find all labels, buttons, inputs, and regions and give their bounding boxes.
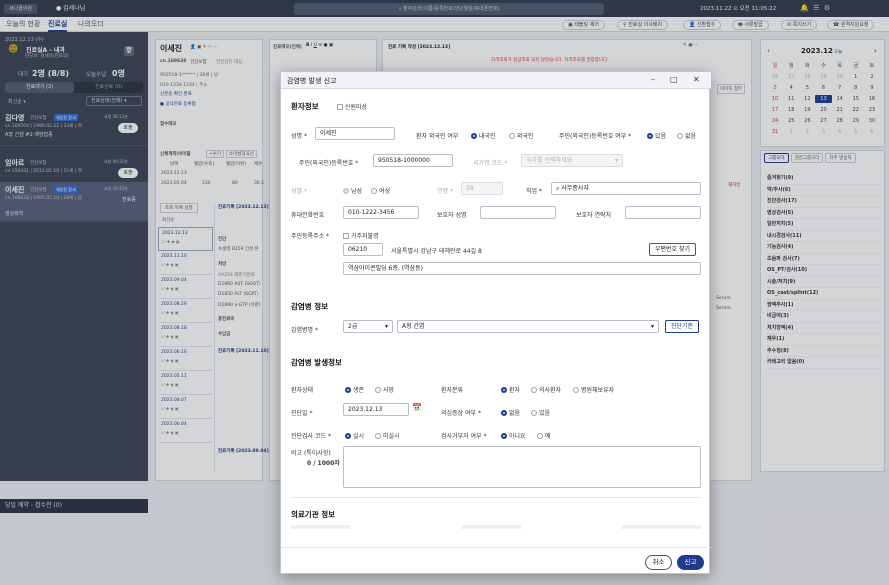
calendar-icon[interactable]: 📅 <box>412 403 422 412</box>
diagnostic-criteria-button[interactable]: 진단기준 <box>665 320 700 333</box>
radio-patient[interactable]: 환자 <box>501 385 520 394</box>
institution-info-heading: 의료기관 정보 <box>291 510 336 519</box>
divider <box>291 497 701 498</box>
disease-label: 감염병명 * <box>291 327 319 334</box>
radio-foreign[interactable]: 외국인 <box>509 131 534 140</box>
rrn-label: 주민(외국인)등록번호 * <box>299 160 359 167</box>
infection-report-dialog: 감염병 발생 신고 – □ ✕ 환자정보 신원미상 성명 * 이세진 환자 외국… <box>280 71 711 575</box>
close-icon[interactable]: ✕ <box>693 75 700 84</box>
disease-select[interactable]: A형 간염 ▾ <box>397 320 659 333</box>
nation-label: 국가명 코드 * <box>473 160 508 167</box>
placeholder-bar <box>461 525 521 529</box>
no-residence-checkbox[interactable]: 거주지불명 <box>343 231 379 240</box>
outbreak-info-heading: 감염병 발생정보 <box>291 358 342 367</box>
dialog-title: 감염병 발생 신고 <box>287 77 337 85</box>
radio-resreg-yes[interactable]: 있음 <box>647 131 666 140</box>
radio-test-done[interactable]: 실시 <box>345 431 364 440</box>
address-line2-field[interactable]: 역삼아이콘빌딩 6층, (역삼동) <box>343 262 701 275</box>
dialog-titlebar: 감염병 발생 신고 – □ ✕ <box>281 72 711 89</box>
dialog-footer: 취소 신고 <box>281 547 711 575</box>
radio-refuse-no[interactable]: 아니요 <box>501 431 526 440</box>
guardian-name-field[interactable] <box>480 206 556 219</box>
patient-class-label: 환자분류 <box>441 387 464 394</box>
test-code-label: 진단검사 코드 * <box>291 433 331 440</box>
checkbox-icon <box>343 233 349 239</box>
name-field[interactable]: 이세진 <box>315 127 395 140</box>
unidentified-checkbox[interactable]: 신원미상 <box>337 102 367 111</box>
guardian-phone-label: 보호자 연락처 <box>576 212 612 219</box>
report-button[interactable]: 신고 <box>677 555 704 570</box>
symptom-label: 의심증상 여부 * <box>441 410 481 417</box>
test-refuse-label: 검사거부자 여부 * <box>441 433 487 440</box>
mobile-label: 휴대전화번호 <box>291 212 325 219</box>
disease-info-heading: 감염병 정보 <box>291 302 329 311</box>
age-label: 연령 * <box>437 188 453 195</box>
radio-resreg-no[interactable]: 없음 <box>677 131 696 140</box>
diagnosis-date-label: 진단일 * <box>291 410 313 417</box>
zipcode-search-button[interactable]: 우편번호 찾기 <box>649 243 697 256</box>
radio-female[interactable]: 여성 <box>371 186 390 195</box>
zipcode-field[interactable]: 06210 <box>343 243 383 256</box>
gender-label: 성별 * <box>291 188 307 195</box>
radio-dead[interactable]: 사망 <box>375 385 394 394</box>
radio-alive[interactable]: 생존 <box>345 385 364 394</box>
dialog-body: 환자정보 신원미상 성명 * 이세진 환자 외국인 여부 내국인 외국인 주민(… <box>281 89 711 545</box>
guardian-phone-field[interactable] <box>625 206 701 219</box>
note-label: 비고 (특이사항) <box>291 450 331 457</box>
age-field[interactable]: 28 <box>461 182 503 195</box>
checkbox-icon <box>337 104 343 110</box>
name-label: 성명 * <box>291 133 307 140</box>
job-field[interactable]: ⌕ 사무종사자 <box>551 182 701 195</box>
note-textarea[interactable] <box>343 446 701 488</box>
rrn-field[interactable]: 950518-1000000 <box>373 154 453 167</box>
radio-male[interactable]: 남성 <box>343 186 362 195</box>
radio-symptom-has[interactable]: 있음 <box>531 408 550 417</box>
job-label: 직업 * <box>526 188 542 195</box>
diagnosis-date-field[interactable]: 2023.12.13 <box>343 403 409 416</box>
radio-suspect[interactable]: 의사환자 <box>531 385 561 394</box>
patient-status-label: 환자상태 <box>291 387 314 394</box>
radio-refuse-yes[interactable]: 예 <box>537 431 551 440</box>
mobile-field[interactable]: 010-1222-3456 <box>343 206 419 219</box>
radio-symptom-none[interactable]: 없음 <box>501 408 520 417</box>
address-line1: 서울특별시 강남구 테헤란로 44길 8 <box>391 248 482 255</box>
cancel-button[interactable]: 취소 <box>645 555 672 570</box>
guardian-name-label: 보호자 성명 <box>437 212 467 219</box>
maximize-icon[interactable]: □ <box>670 75 678 84</box>
radio-carrier[interactable]: 병원체보유자 <box>573 385 614 394</box>
grade-select[interactable]: 2급 ▾ <box>343 320 393 333</box>
radio-test-notdone[interactable]: 미실시 <box>375 431 400 440</box>
placeholder-bar <box>621 525 701 529</box>
patient-info-heading: 환자정보 <box>291 102 319 111</box>
note-char-count: 0 / 1000자 <box>307 460 340 467</box>
placeholder-bar <box>291 525 351 529</box>
resreg-exists-label: 주민(외국인)등록번호 여부 * <box>559 133 632 140</box>
nation-select[interactable]: 국가를 선택하세요 ▾ <box>521 154 623 167</box>
foreigner-label: 환자 외국인 여부 <box>416 133 459 140</box>
address-label: 주민등록주소 * <box>291 233 330 240</box>
minimize-icon[interactable]: – <box>651 75 655 84</box>
radio-domestic[interactable]: 내국인 <box>471 131 496 140</box>
